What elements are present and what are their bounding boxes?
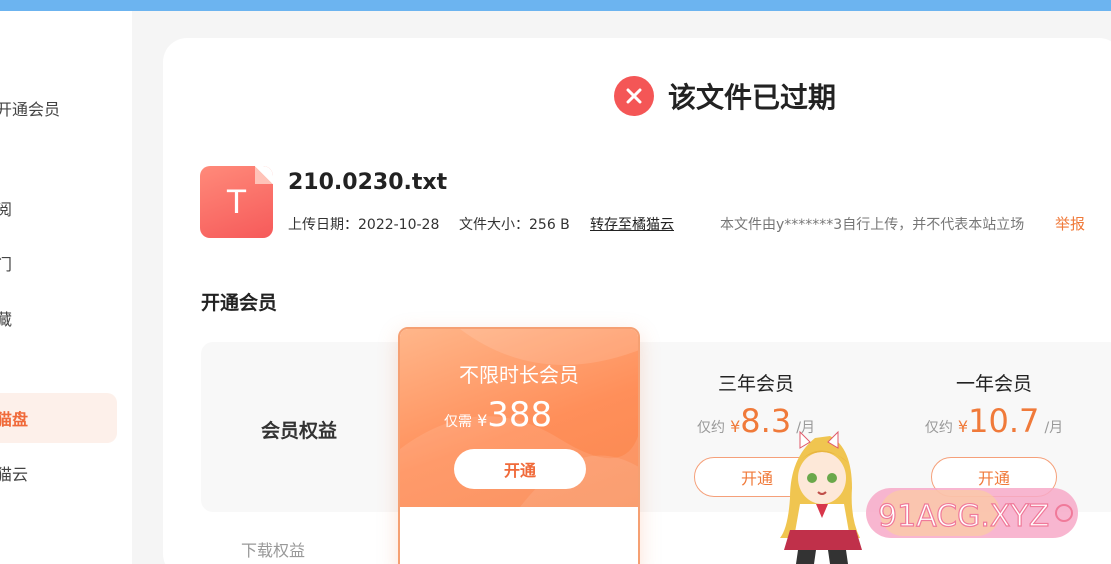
- sidebar-item-favorites[interactable]: 藏: [0, 293, 117, 343]
- sidebar-item-label: 藏: [0, 310, 13, 329]
- membership-section-title: 开通会员: [201, 292, 278, 314]
- sidebar-item-label: 开通会员: [0, 100, 61, 119]
- price-value: 388: [487, 395, 553, 435]
- file-fold: [255, 166, 273, 184]
- text-file-icon: T: [200, 166, 273, 238]
- open-unlimited-button[interactable]: 开通: [454, 449, 586, 489]
- upload-date: 上传日期：2022-10-28: [288, 217, 440, 233]
- benefit-label: 会员权益: [261, 420, 338, 442]
- close-circle-icon: [614, 76, 654, 116]
- file-name: 210.0230.txt: [288, 170, 448, 195]
- sidebar-item-popular[interactable]: 门: [0, 238, 117, 288]
- file-icon-letter: T: [226, 182, 247, 221]
- sidebar-item-label: 阅: [0, 200, 13, 219]
- price-prefix: 仅约: [697, 420, 725, 436]
- save-to-cloud-link[interactable]: 转存至橘猫云: [590, 214, 674, 234]
- sidebar-item-label: 猫盘: [0, 410, 29, 429]
- plan-card-header: 不限时长会员 仅需 ¥388 开通: [400, 329, 638, 507]
- sidebar-item-cat-disk[interactable]: 猫盘: [0, 393, 117, 443]
- plan-price: 仅需 ¥388: [444, 395, 552, 435]
- plan-card-unlimited[interactable]: 不限时长会员 仅需 ¥388 开通: [398, 327, 640, 564]
- top-bar: [0, 0, 1111, 11]
- sidebar-item-membership[interactable]: 开通会员: [0, 83, 117, 133]
- currency-symbol: ¥: [477, 411, 488, 430]
- mascot-legs: [796, 550, 848, 564]
- mascot-watermark: 91ACG.XYZ: [780, 430, 1078, 564]
- watermark-text: 91ACG.XYZ: [878, 499, 1049, 534]
- plan-name: 一年会员: [955, 373, 1032, 395]
- sidebar-item-cat-cloud[interactable]: 猫云: [0, 448, 117, 498]
- currency-symbol: ¥: [730, 417, 741, 436]
- price-prefix: 仅需: [444, 414, 472, 430]
- mascot-skirt: [784, 530, 862, 550]
- sidebar-item-label: 门: [0, 255, 13, 274]
- mascot-eye-left: [807, 473, 817, 483]
- sidebar-item-label: 猫云: [0, 465, 29, 484]
- expired-title: 该文件已过期: [668, 81, 837, 114]
- sidebar-item-subscribe[interactable]: 阅: [0, 183, 117, 233]
- report-link[interactable]: 举报: [1055, 213, 1085, 234]
- sidebar: 开通会员 阅 门 藏 猫盘 猫云: [0, 11, 132, 564]
- expired-banner: 该文件已过期: [614, 76, 836, 116]
- plan-name: 不限时长会员: [459, 363, 579, 387]
- file-size: 文件大小：256 B: [459, 217, 570, 233]
- plan-name: 三年会员: [717, 373, 794, 395]
- uploader-disclaimer: 本文件由y*******3自行上传，并不代表本站立场: [720, 217, 1025, 233]
- mascot-face: [798, 452, 846, 504]
- mascot-eye-right: [827, 473, 837, 483]
- download-benefit-label: 下载权益: [241, 541, 306, 560]
